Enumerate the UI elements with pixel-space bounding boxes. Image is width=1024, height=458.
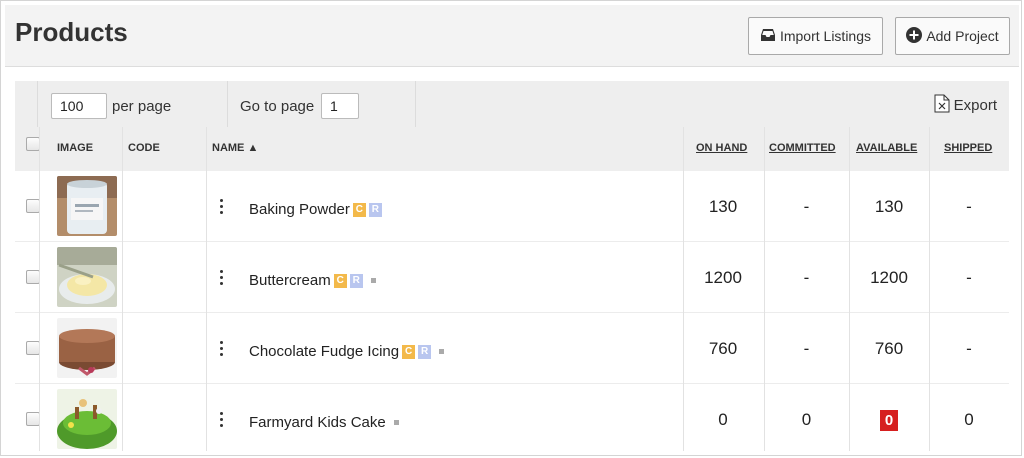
- product-name[interactable]: Buttercream C R: [249, 272, 376, 289]
- go-to-page-label: Go to page: [240, 98, 315, 115]
- product-name-text: Buttercream: [249, 272, 331, 289]
- plus-circle-icon: [906, 26, 923, 46]
- badge-c: C: [352, 202, 366, 217]
- column-header-on-hand[interactable]: ON HAND: [696, 142, 747, 154]
- table-toolbar: 100 per page Go to page 1 Export: [15, 81, 1009, 127]
- product-image[interactable]: [57, 318, 117, 378]
- table-row[interactable]: Chocolate Fudge Icing C R 760 - 760 -: [15, 313, 1009, 384]
- product-name[interactable]: Baking Powder C R: [249, 201, 382, 218]
- badge-c: C: [402, 344, 416, 359]
- badge-r: R: [418, 344, 432, 359]
- toolbar-divider: [227, 81, 228, 127]
- table-row[interactable]: Baking Powder C R 130 - 130 -: [15, 171, 1009, 242]
- toolbar-divider: [415, 81, 416, 127]
- table-row[interactable]: Farmyard Kids Cake 0 0 0 0: [15, 384, 1009, 450]
- column-header-code[interactable]: CODE: [128, 142, 160, 154]
- add-project-label: Add Project: [926, 28, 999, 44]
- product-name-text: Chocolate Fudge Icing: [249, 343, 400, 360]
- row-checkbox[interactable]: [26, 341, 40, 355]
- column-header-committed[interactable]: COMMITTED: [769, 142, 836, 154]
- page-header: Products Import Listings Add Project: [5, 5, 1019, 67]
- committed-value: -: [803, 197, 810, 216]
- row-menu-icon[interactable]: [219, 270, 225, 288]
- product-name-text: Baking Powder: [249, 201, 350, 218]
- go-to-page-input[interactable]: 1: [321, 93, 359, 119]
- on-hand-value: 130: [708, 197, 738, 216]
- available-value: 0: [849, 410, 929, 431]
- toolbar-divider: [37, 81, 38, 127]
- row-checkbox[interactable]: [26, 270, 40, 284]
- note-indicator: [439, 349, 445, 354]
- row-checkbox[interactable]: [26, 199, 40, 213]
- column-divider: [39, 127, 40, 451]
- note-indicator: [370, 278, 376, 283]
- inbox-tray-icon: [760, 28, 776, 45]
- table-row[interactable]: Buttercream C R 1200 - 1200 -: [15, 242, 1009, 313]
- on-hand-value: 0: [718, 410, 728, 429]
- product-image[interactable]: [57, 247, 117, 307]
- badge-r: R: [368, 202, 382, 217]
- column-divider: [764, 127, 765, 451]
- available-value: 1200: [870, 268, 908, 287]
- row-checkbox[interactable]: [26, 412, 40, 426]
- export-button[interactable]: Export: [934, 94, 997, 117]
- shipped-value: 0: [964, 410, 974, 429]
- on-hand-value: 760: [708, 339, 738, 358]
- product-name-text: Farmyard Kids Cake: [249, 414, 386, 431]
- row-menu-icon[interactable]: [219, 199, 225, 217]
- spreadsheet-file-icon: [934, 94, 950, 117]
- committed-value: -: [803, 268, 810, 287]
- badge-c: C: [333, 273, 347, 288]
- import-listings-button[interactable]: Import Listings: [748, 17, 883, 55]
- shipped-value: -: [966, 339, 972, 358]
- page-title: Products: [15, 17, 128, 47]
- on-hand-value: 1200: [704, 268, 742, 287]
- column-header-shipped[interactable]: SHIPPED: [944, 142, 992, 154]
- shipped-value: -: [966, 268, 972, 287]
- note-indicator: [393, 420, 399, 425]
- add-project-button[interactable]: Add Project: [895, 17, 1010, 55]
- column-divider: [929, 127, 930, 451]
- column-divider: [683, 127, 684, 451]
- product-image[interactable]: [57, 176, 117, 236]
- out-of-stock-badge: 0: [879, 410, 899, 431]
- committed-value: -: [803, 339, 810, 358]
- column-header-available[interactable]: AVAILABLE: [856, 142, 917, 154]
- badge-r: R: [349, 273, 363, 288]
- column-header-name[interactable]: NAME ▲: [212, 142, 258, 154]
- table-header: IMAGE CODE NAME ▲ ON HAND COMMITTED AVAI…: [15, 127, 1009, 171]
- column-divider: [206, 127, 207, 451]
- per-page-label: per page: [112, 98, 172, 115]
- shipped-value: -: [966, 197, 972, 216]
- column-divider: [122, 127, 123, 451]
- product-name[interactable]: Farmyard Kids Cake: [249, 414, 399, 431]
- column-divider: [849, 127, 850, 451]
- select-all-checkbox[interactable]: [26, 137, 40, 151]
- available-value: 760: [874, 339, 904, 358]
- per-page-input[interactable]: 100: [51, 93, 107, 119]
- row-menu-icon[interactable]: [219, 412, 225, 430]
- row-menu-icon[interactable]: [219, 341, 225, 359]
- committed-value: 0: [801, 410, 812, 429]
- export-label: Export: [953, 97, 997, 114]
- product-image[interactable]: [57, 389, 117, 449]
- product-name[interactable]: Chocolate Fudge Icing C R: [249, 343, 445, 360]
- import-listings-label: Import Listings: [779, 28, 872, 44]
- column-header-image: IMAGE: [57, 142, 94, 154]
- available-value: 130: [874, 197, 904, 216]
- products-panel: Products Import Listings Add Project 100…: [0, 0, 1022, 456]
